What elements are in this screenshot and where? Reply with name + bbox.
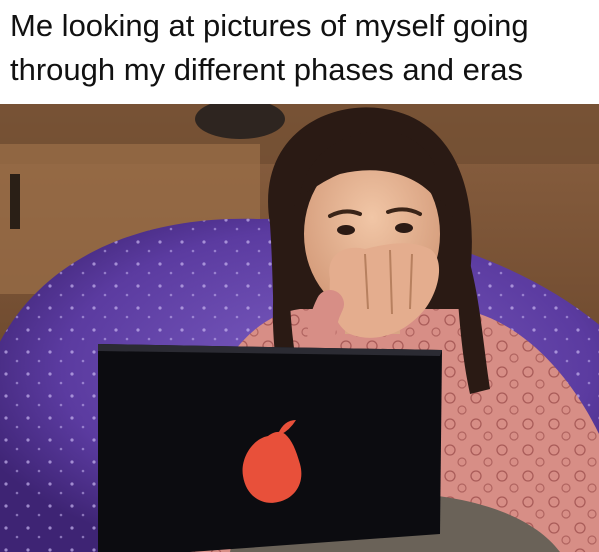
photo: [0, 104, 599, 552]
caption-panel: Me looking at pictures of myself going t…: [0, 0, 599, 104]
eye-right: [395, 223, 413, 233]
photo-illustration: [0, 104, 599, 552]
caption-line-2: through my different phases and eras: [10, 52, 523, 87]
dresser-handle: [10, 174, 20, 229]
caption-line-1: Me looking at pictures of myself going: [10, 8, 529, 43]
meme-image: Me looking at pictures of myself going t…: [0, 0, 599, 552]
eye-left: [337, 225, 355, 235]
